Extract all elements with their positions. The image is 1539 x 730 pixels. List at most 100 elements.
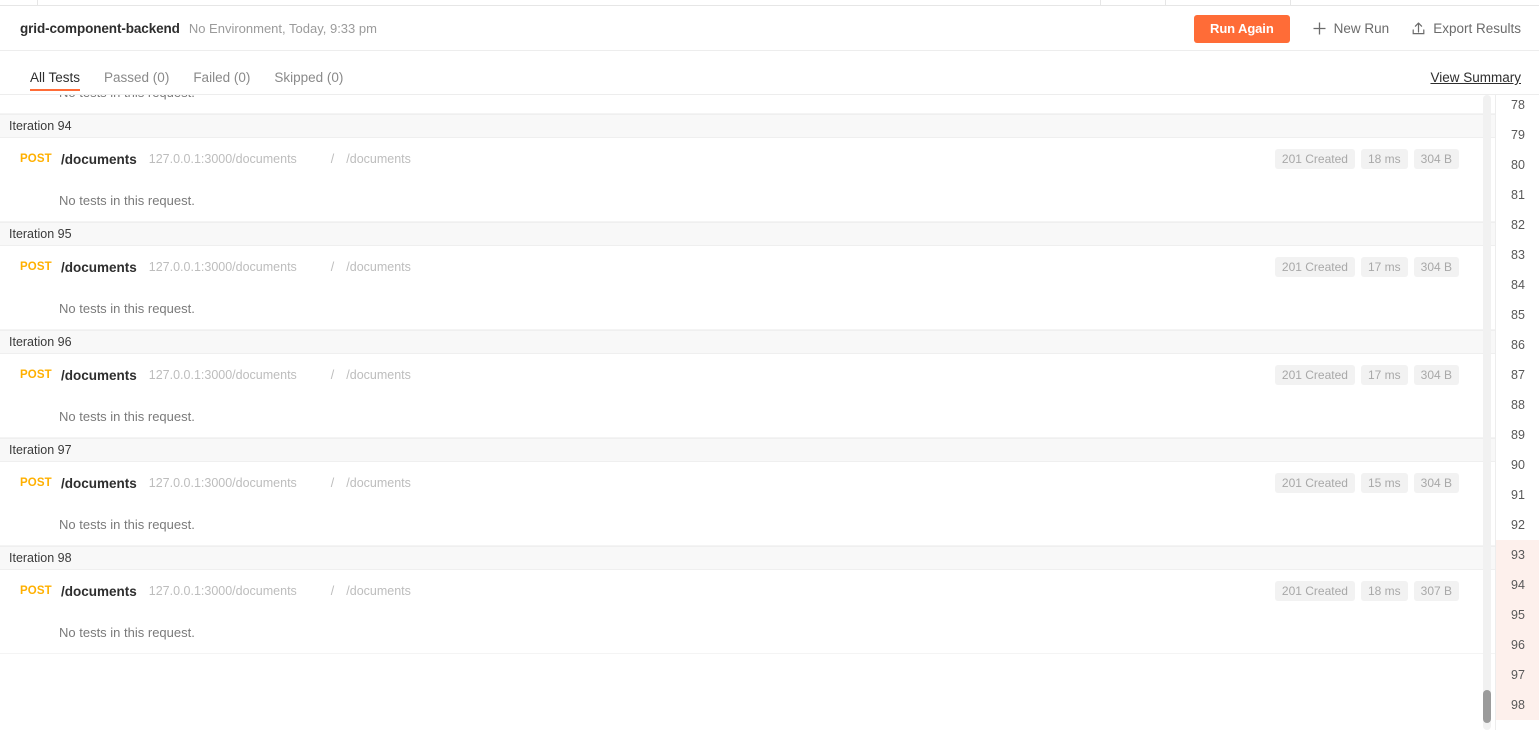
new-run-button[interactable]: New Run — [1312, 15, 1390, 43]
iteration-rail-item[interactable]: 98 — [1496, 690, 1539, 720]
time-badge: 15 ms — [1360, 473, 1408, 493]
tests-row: No tests in this request. — [0, 180, 1495, 222]
iteration-rail-item[interactable]: 90 — [1496, 450, 1539, 480]
status-badge: 201 Created — [1274, 365, 1355, 385]
iteration-header: Iteration 94 — [0, 114, 1495, 138]
iteration-block: Iteration 97 POST/documents 127.0.0.1:3000… — [0, 438, 1495, 546]
request-stats: 201 Created 17 ms 304 B — [1274, 246, 1459, 288]
size-badge: 307 B — [1413, 581, 1459, 601]
iteration-rail-item[interactable]: 97 — [1496, 660, 1539, 690]
iteration-rail-item[interactable]: 87 — [1496, 360, 1539, 390]
request-method: POST — [20, 369, 52, 381]
results-list: No tests in this request. Iteration 94 PO… — [0, 95, 1495, 654]
request-url: 127.0.0.1:3000/documents — [148, 368, 297, 382]
status-badge: 201 Created — [1274, 581, 1355, 601]
run-meta: No Environment, Today, 9:33 pm — [188, 21, 377, 36]
tab-skipped-0[interactable]: Skipped (0) — [262, 51, 355, 85]
iteration-title: Iteration 97 — [9, 443, 72, 457]
tests-row: No tests in this request. — [0, 396, 1495, 438]
iteration-title: Iteration 95 — [9, 227, 72, 241]
iteration-block: Iteration 98 POST/documents 127.0.0.1:3000… — [0, 546, 1495, 654]
request-path: /documents — [346, 152, 411, 166]
iteration-rail-item[interactable]: 89 — [1496, 420, 1539, 450]
upload-share-icon — [1411, 21, 1426, 36]
iteration-rail-item[interactable]: 95 — [1496, 600, 1539, 630]
request-name: /documents — [61, 367, 137, 383]
iteration-rail-item[interactable]: 93 — [1496, 540, 1539, 570]
request-stats: 201 Created 18 ms 307 B — [1274, 570, 1459, 612]
iteration-rail-item[interactable]: 85 — [1496, 300, 1539, 330]
results-pane: No tests in this request. Iteration 94 PO… — [0, 95, 1495, 730]
request-row[interactable]: POST/documents 127.0.0.1:3000/documents / /… — [0, 138, 1495, 180]
test-filter-tabs: All Tests Passed (0) Failed (0) Skipped (0) — [18, 51, 355, 95]
request-path-separator: / — [330, 476, 335, 490]
results-scrollbar-track[interactable] — [1483, 95, 1491, 730]
request-row[interactable]: POST/documents 127.0.0.1:3000/documents / /… — [0, 354, 1495, 396]
request-path: /documents — [346, 476, 411, 490]
tests-row: No tests in this request. — [0, 612, 1495, 654]
time-badge: 18 ms — [1360, 149, 1408, 169]
iteration-rail-item[interactable]: 91 — [1496, 480, 1539, 510]
iteration-index-list: 78 79 80 81 82 83 84 85 86 87 88 89 90 91 92 93 94 95 96 97… — [1496, 95, 1539, 720]
tests-row: No tests in this request. — [0, 288, 1495, 330]
request-url: 127.0.0.1:3000/documents — [148, 476, 297, 490]
view-summary-link[interactable]: View Summary — [1430, 70, 1521, 85]
request-row[interactable]: POST/documents 127.0.0.1:3000/documents / /… — [0, 570, 1495, 612]
status-badge: 201 Created — [1274, 257, 1355, 277]
iteration-header: Iteration 95 — [0, 222, 1495, 246]
iteration-rail-item[interactable]: 82 — [1496, 210, 1539, 240]
request-path-separator: / — [330, 152, 335, 166]
request-row[interactable]: POST/documents 127.0.0.1:3000/documents / /… — [0, 246, 1495, 288]
request-method: POST — [20, 585, 52, 597]
request-name: /documents — [61, 151, 137, 167]
request-path-separator: / — [330, 584, 335, 598]
iteration-rail-item[interactable]: 86 — [1496, 330, 1539, 360]
request-url: 127.0.0.1:3000/documents — [148, 584, 297, 598]
request-name: /documents — [61, 475, 137, 491]
run-header: grid-component-backend No Environment, T… — [0, 6, 1539, 51]
request-path: /documents — [346, 260, 411, 274]
size-badge: 304 B — [1413, 473, 1459, 493]
run-again-button[interactable]: Run Again — [1194, 14, 1290, 43]
iteration-rail-item[interactable]: 83 — [1496, 240, 1539, 270]
request-url: 127.0.0.1:3000/documents — [148, 152, 297, 166]
new-run-label: New Run — [1333, 21, 1390, 36]
request-stats: 201 Created 15 ms 304 B — [1274, 462, 1459, 504]
request-row[interactable]: POST/documents 127.0.0.1:3000/documents / /… — [0, 462, 1495, 504]
tab-passed-0[interactable]: Passed (0) — [92, 51, 181, 85]
iteration-rail-item[interactable]: 84 — [1496, 270, 1539, 300]
export-results-label: Export Results — [1433, 21, 1521, 36]
tests-row: No tests in this request. — [0, 504, 1495, 546]
run-title-group: grid-component-backend No Environment, T… — [20, 6, 377, 51]
tabs-bar: All Tests Passed (0) Failed (0) Skipped (0)… — [0, 51, 1539, 95]
size-badge: 304 B — [1413, 257, 1459, 277]
iteration-rail-item[interactable]: 88 — [1496, 390, 1539, 420]
tab-all-tests[interactable]: All Tests — [18, 51, 92, 91]
iteration-block: Iteration 95 POST/documents 127.0.0.1:3000… — [0, 222, 1495, 330]
request-stats: 201 Created 18 ms 304 B — [1274, 138, 1459, 180]
request-path-separator: / — [330, 368, 335, 382]
iteration-rail-item[interactable]: 92 — [1496, 510, 1539, 540]
tab-failed-0[interactable]: Failed (0) — [181, 51, 262, 85]
iteration-title: Iteration 98 — [9, 551, 72, 565]
iteration-rail-item[interactable]: 79 — [1496, 120, 1539, 150]
iteration-header: Iteration 96 — [0, 330, 1495, 354]
size-badge: 304 B — [1413, 365, 1459, 385]
iteration-rail-item[interactable]: 94 — [1496, 570, 1539, 600]
results-scrollbar-thumb[interactable] — [1483, 690, 1491, 723]
request-stats: 201 Created 17 ms 304 B — [1274, 354, 1459, 396]
iteration-rail-item[interactable]: 81 — [1496, 180, 1539, 210]
plus-icon — [1312, 21, 1327, 36]
export-results-button[interactable]: Export Results — [1411, 15, 1521, 43]
iteration-block: Iteration 94 POST/documents 127.0.0.1:3000… — [0, 114, 1495, 222]
iteration-rail-item[interactable]: 96 — [1496, 630, 1539, 660]
iteration-rail-item[interactable]: 80 — [1496, 150, 1539, 180]
status-badge: 201 Created — [1274, 149, 1355, 169]
iteration-rail-item[interactable]: 78 — [1496, 95, 1539, 120]
run-actions: Run Again New Run Export Results — [1194, 6, 1521, 51]
iteration-header: Iteration 97 — [0, 438, 1495, 462]
iteration-header: Iteration 98 — [0, 546, 1495, 570]
iteration-index-rail[interactable]: 78 79 80 81 82 83 84 85 86 87 88 89 90 91 92 93 94 95 96 97… — [1495, 95, 1539, 730]
request-path-separator: / — [330, 260, 335, 274]
request-path: /documents — [346, 368, 411, 382]
